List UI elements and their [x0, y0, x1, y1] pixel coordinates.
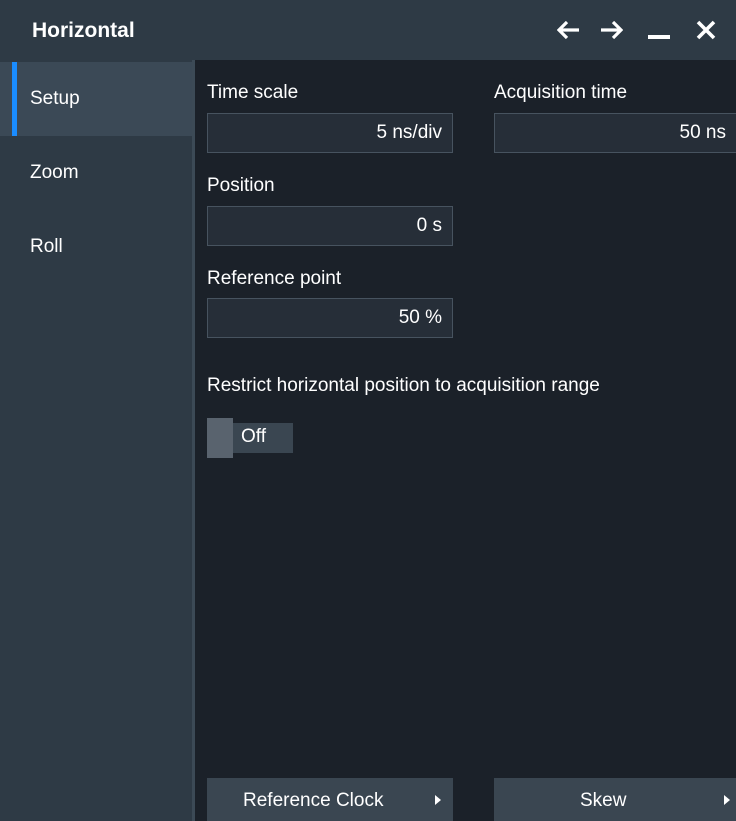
- sidebar-item-label: Roll: [30, 236, 63, 257]
- skew-label: Skew: [580, 790, 627, 811]
- sidebar-item-zoom[interactable]: Zoom: [0, 136, 192, 210]
- title-bar: Horizontal: [0, 0, 736, 60]
- position-label: Position: [207, 175, 275, 196]
- submenu-arrow-icon: [435, 795, 441, 805]
- reference-clock-button[interactable]: Reference Clock: [207, 778, 453, 821]
- close-icon: [696, 20, 716, 40]
- restrict-position-label: Restrict horizontal position to acquisit…: [207, 375, 600, 396]
- window-title: Horizontal: [32, 19, 135, 42]
- restrict-position-toggle[interactable]: Off: [207, 418, 293, 458]
- back-button[interactable]: [551, 12, 587, 48]
- reference-point-label: Reference point: [207, 268, 342, 289]
- sidebar-item-roll[interactable]: Roll: [0, 210, 192, 284]
- forward-button[interactable]: [593, 12, 629, 48]
- close-button[interactable]: [688, 12, 724, 48]
- toggle-knob: [207, 418, 233, 458]
- reference-point-input[interactable]: 50 %: [207, 298, 453, 338]
- minimize-icon: [648, 21, 670, 39]
- minimize-button[interactable]: [641, 12, 677, 48]
- sidebar-item-label: Zoom: [30, 162, 79, 183]
- sidebar-divider: [192, 60, 195, 821]
- arrow-left-icon: [557, 21, 581, 39]
- acquisition-time-input[interactable]: 50 ns: [494, 113, 736, 153]
- time-scale-label: Time scale: [207, 82, 299, 103]
- reference-clock-label: Reference Clock: [243, 790, 384, 811]
- skew-button[interactable]: Skew: [494, 778, 736, 821]
- toggle-state-text: Off: [241, 426, 266, 447]
- time-scale-input[interactable]: 5 ns/div: [207, 113, 453, 153]
- active-indicator: [12, 62, 17, 136]
- position-input[interactable]: 0 s: [207, 206, 453, 246]
- arrow-right-icon: [599, 21, 623, 39]
- sidebar-item-setup[interactable]: Setup: [0, 62, 192, 136]
- sidebar-item-label: Setup: [30, 88, 80, 109]
- submenu-arrow-icon: [724, 795, 730, 805]
- acquisition-time-label: Acquisition time: [494, 82, 628, 103]
